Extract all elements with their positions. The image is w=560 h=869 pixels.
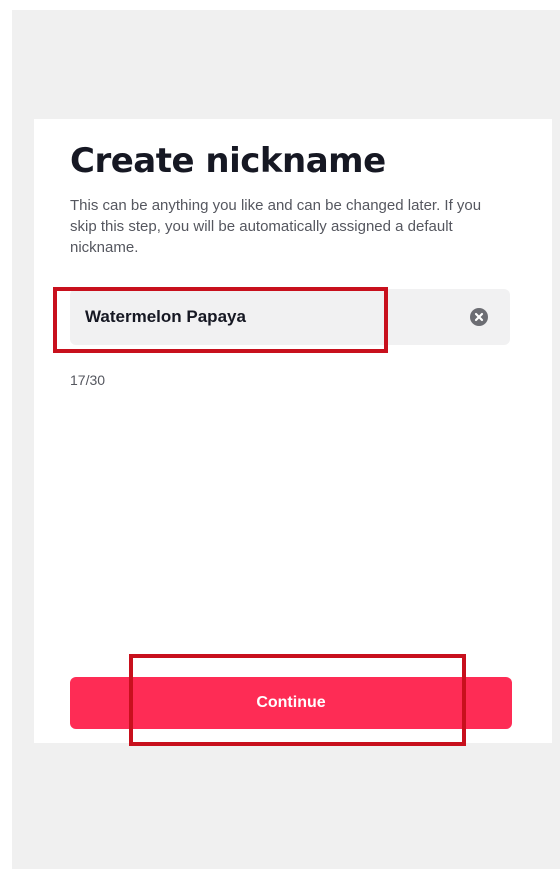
page-description: This can be anything you like and can be… bbox=[70, 197, 482, 256]
page-title: Create nickname bbox=[70, 141, 386, 181]
clear-x-glyph bbox=[474, 312, 484, 322]
nickname-field[interactable]: Watermelon Papaya bbox=[70, 289, 510, 345]
continue-button[interactable]: Continue bbox=[70, 677, 512, 729]
clear-x-circle-icon[interactable] bbox=[470, 308, 488, 326]
create-nickname-screen: Create nickname This can be anything you… bbox=[34, 119, 552, 743]
character-counter: 17/30 bbox=[70, 372, 106, 388]
nickname-input-value[interactable]: Watermelon Papaya bbox=[85, 307, 246, 327]
